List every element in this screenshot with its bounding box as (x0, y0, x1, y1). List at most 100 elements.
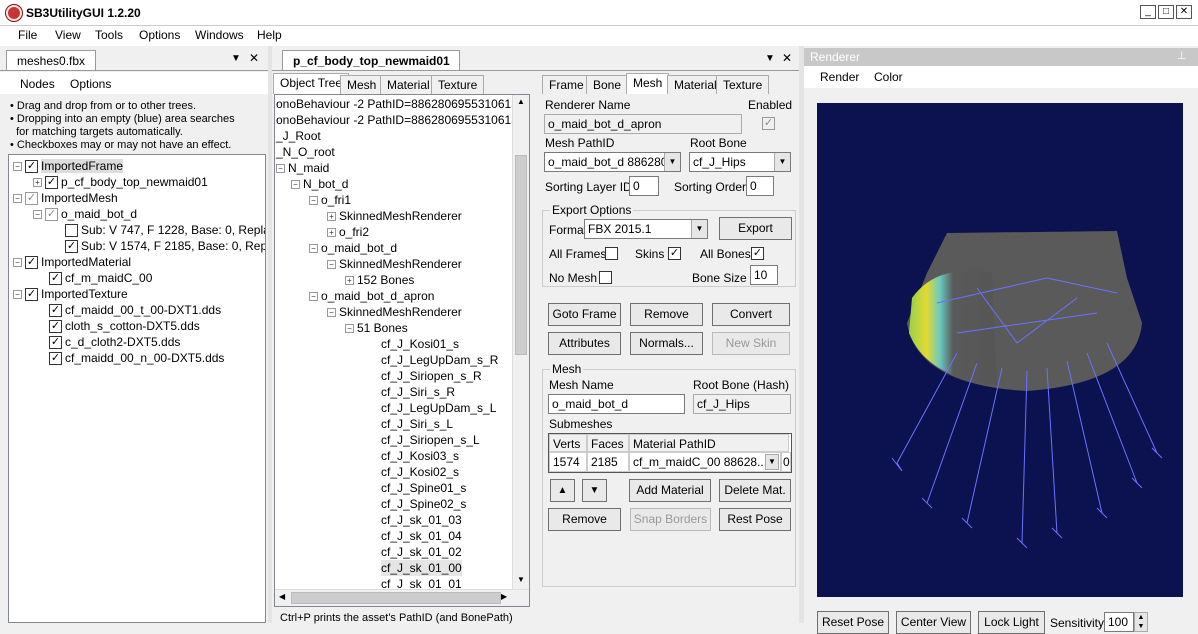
tree-node[interactable]: − N_bot_d (291, 176, 348, 192)
scroll-left-icon[interactable]: ◀ (279, 592, 285, 601)
tree-node[interactable]: − N_maid (276, 160, 329, 176)
enabled-checkbox[interactable]: ✓ (762, 117, 775, 130)
scroll-up-icon[interactable]: ▲ (517, 97, 525, 106)
checkbox[interactable]: ✓ (65, 240, 78, 254)
no-mesh-checkbox[interactable] (599, 271, 612, 284)
chevron-down-icon[interactable]: ▼ (765, 454, 779, 470)
goto-frame-button[interactable]: Goto Frame (548, 303, 621, 326)
checkbox[interactable]: ✓ (25, 160, 38, 174)
maximize-button[interactable]: □ (1158, 5, 1174, 19)
delete-mat-button[interactable]: Delete Mat. (719, 479, 791, 502)
tree-node[interactable]: onoBehaviour -2 PathID=88628069553106135… (276, 112, 529, 128)
tree-node[interactable]: onoBehaviour -2 PathID=88628069553106135… (276, 96, 529, 112)
tree-node[interactable]: cf_J_sk_01_03 (381, 512, 462, 528)
tree-node[interactable]: ✓ cloth_s_cotton-DXT5.dds (49, 318, 200, 334)
tree-node[interactable]: cf_J_sk_01_04 (381, 528, 462, 544)
sorting-layer-field[interactable]: 0 (629, 176, 659, 196)
tree-node[interactable]: + ✓ p_cf_body_top_newmaid01 (33, 174, 208, 190)
tree-node[interactable]: cf_J_Siri_s_L (381, 416, 453, 432)
tree-node[interactable]: − ✓ ImportedTexture (13, 286, 128, 302)
splitter[interactable] (268, 46, 272, 623)
checkbox[interactable]: ✓ (45, 176, 58, 190)
tree-node[interactable]: − ✓ ImportedFrame (13, 158, 124, 174)
sorting-order-field[interactable]: 0 (746, 176, 774, 196)
vertical-scrollbar[interactable]: ▲ ▼ (512, 95, 529, 589)
remove-submesh-button[interactable]: Remove (548, 508, 621, 531)
tree-node[interactable]: cf_J_Siriopen_s_R (381, 368, 482, 384)
tab-texture-editor[interactable]: Texture (716, 75, 770, 94)
tree-node[interactable]: cf_J_Siriopen_s_L (381, 432, 480, 448)
checkbox[interactable] (65, 224, 78, 238)
collapse-icon[interactable]: − (345, 324, 354, 334)
scroll-down-icon[interactable]: ▼ (517, 575, 525, 584)
close-icon[interactable]: ✕ (782, 51, 792, 65)
menu-options-left[interactable]: Options (70, 77, 111, 91)
tree-node[interactable]: − ✓ o_maid_bot_d (33, 206, 137, 222)
mesh-pathid-select[interactable]: o_maid_bot_d 88628069 ▼ (544, 152, 681, 172)
tree-node[interactable]: − ✓ ImportedMesh (13, 190, 118, 206)
tab-mesh-editor[interactable]: Mesh (626, 73, 670, 94)
cell-faces[interactable]: 2185 (587, 452, 629, 472)
object-tree[interactable]: onoBehaviour -2 PathID=88628069553106135… (274, 94, 530, 607)
root-bone-hash-field[interactable]: cf_J_Hips (693, 394, 791, 414)
tab-texture[interactable]: Texture (431, 75, 485, 94)
add-material-button[interactable]: Add Material (629, 479, 711, 502)
root-bone-select[interactable]: cf_J_Hips ▼ (689, 152, 791, 172)
tab-meshes0[interactable]: meshes0.fbx (6, 50, 96, 71)
tab-object-tree[interactable]: Object Tree (273, 73, 350, 94)
export-button[interactable]: Export (719, 217, 792, 240)
collapse-icon[interactable]: − (33, 210, 42, 220)
close-icon[interactable]: ✕ (249, 51, 259, 65)
bone-size-field[interactable]: 10 (750, 265, 778, 285)
tab-material[interactable]: Material (380, 75, 437, 94)
collapse-icon[interactable]: − (13, 194, 22, 204)
checkbox[interactable]: ✓ (49, 352, 62, 366)
move-down-button[interactable]: ▼ (582, 479, 607, 502)
checkbox[interactable]: ✓ (49, 320, 62, 334)
checkbox[interactable]: ✓ (49, 272, 62, 286)
menu-windows[interactable]: Windows (195, 28, 244, 42)
tree-node[interactable]: + SkinnedMeshRenderer (327, 208, 462, 224)
tree-node[interactable]: − o_fri1 (309, 192, 351, 208)
tree-node[interactable]: ✓ cf_maidd_00_n_00-DXT5.dds (49, 350, 224, 366)
collapse-icon[interactable]: − (13, 162, 22, 172)
collapse-icon[interactable]: − (327, 260, 336, 270)
collapse-icon[interactable]: − (276, 164, 285, 174)
menu-render[interactable]: Render (820, 70, 859, 84)
scroll-thumb[interactable] (515, 155, 527, 355)
tree-node[interactable]: cf_J_Siri_s_R (381, 384, 455, 400)
collapse-icon[interactable]: − (327, 308, 336, 318)
tree-node[interactable]: cf_J_Spine02_s (381, 496, 466, 512)
pin-icon[interactable]: ⊥ (1177, 49, 1187, 62)
submeshes-grid[interactable]: Verts Faces Material PathID 1574 2185 cf… (548, 433, 792, 473)
tree-node[interactable]: −51 Bones (345, 320, 408, 336)
cell-extra[interactable]: 0 (781, 452, 791, 472)
close-button[interactable]: ✕ (1176, 5, 1192, 19)
renderer-name-field[interactable]: o_maid_bot_d_apron (544, 114, 742, 134)
scroll-thumb-h[interactable] (291, 592, 501, 604)
tree-node[interactable]: ✓ c_d_cloth2-DXT5.dds (49, 334, 180, 350)
tree-node[interactable]: ✓Sub: V 1574, F 2185, Base: 0, Replace (65, 238, 265, 254)
menu-nodes[interactable]: Nodes (20, 77, 55, 91)
dropdown-icon[interactable]: ▼ (765, 53, 775, 64)
menu-color[interactable]: Color (874, 70, 903, 84)
sensitivity-spinner[interactable]: ▲ ▼ (1134, 612, 1148, 632)
snap-borders-button[interactable]: Snap Borders (630, 508, 711, 531)
collapse-icon[interactable]: − (309, 244, 318, 254)
tree-node[interactable]: ✓ cf_m_maidC_00 (49, 270, 152, 286)
tree-node[interactable]: − o_maid_bot_d (309, 240, 397, 256)
collapse-icon[interactable]: − (13, 258, 22, 268)
tree-node[interactable]: − SkinnedMeshRenderer (327, 256, 462, 272)
rest-pose-button[interactable]: Rest Pose (719, 508, 791, 531)
convert-button[interactable]: Convert (712, 303, 790, 326)
minimize-button[interactable]: _ (1140, 5, 1156, 19)
tree-node[interactable]: _N_O_root (276, 144, 335, 160)
skins-checkbox[interactable]: ✓ (668, 247, 681, 260)
tree-node[interactable]: +152 Bones (345, 272, 414, 288)
sensitivity-field[interactable]: 100 (1104, 612, 1134, 632)
tree-node[interactable]: cf_J_LegUpDam_s_R (381, 352, 498, 368)
collapse-icon[interactable]: − (309, 196, 318, 206)
expand-icon[interactable]: + (327, 228, 336, 238)
tree-node[interactable]: cf_J_Kosi02_s (381, 464, 459, 480)
checkbox[interactable]: ✓ (49, 304, 62, 318)
